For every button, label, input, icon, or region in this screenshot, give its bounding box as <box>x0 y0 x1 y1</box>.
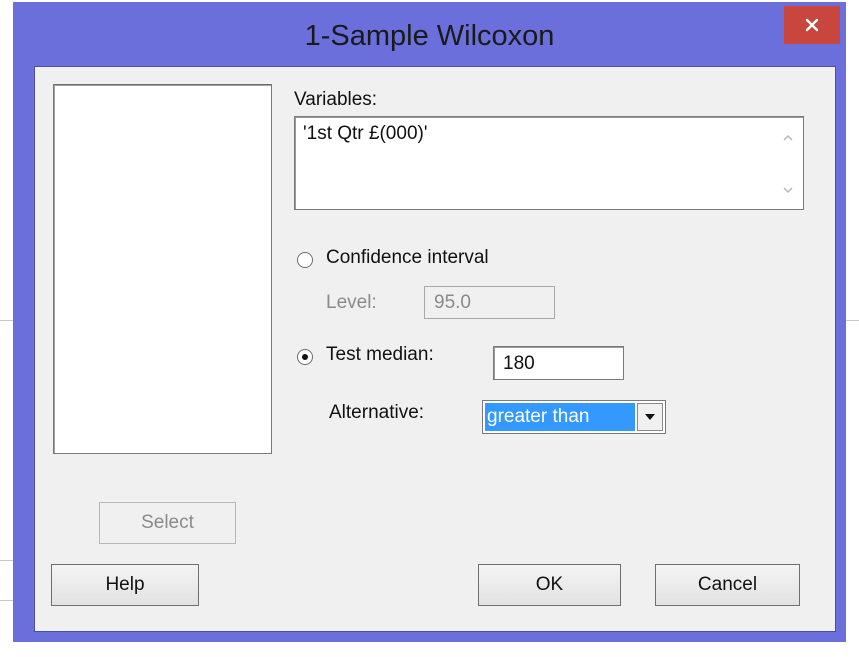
alternative-select[interactable]: greater than <box>482 400 666 434</box>
test-median-label: Test median: <box>326 344 434 365</box>
chevron-down-icon <box>645 414 655 420</box>
confidence-interval-radio[interactable] <box>297 252 313 268</box>
dialog-title: 1-Sample Wilcoxon <box>304 20 555 52</box>
title-bar[interactable]: 1-Sample Wilcoxon <box>13 2 846 66</box>
alternative-value: greater than <box>487 406 590 427</box>
variables-label: Variables: <box>294 89 378 110</box>
ok-button-label: OK <box>535 574 564 595</box>
dialog-body: Variables: '1st Qtr £(000)' Confidence i… <box>34 66 836 632</box>
cancel-button[interactable]: Cancel <box>655 564 800 606</box>
background-gridline <box>0 600 13 601</box>
level-value: 95.0 <box>434 292 471 313</box>
background-gridline <box>846 320 859 321</box>
close-icon <box>805 18 819 32</box>
cancel-button-label: Cancel <box>697 574 758 595</box>
alternative-label: Alternative: <box>329 402 425 423</box>
scroll-down-icon[interactable] <box>781 183 795 197</box>
level-label: Level: <box>326 292 377 313</box>
ok-button[interactable]: OK <box>478 564 621 606</box>
level-input[interactable]: 95.0 <box>424 286 555 319</box>
select-button[interactable]: Select <box>99 502 236 544</box>
variable-list[interactable] <box>53 84 272 454</box>
test-median-input[interactable]: 180 <box>493 346 624 380</box>
scroll-up-icon[interactable] <box>781 131 795 145</box>
test-median-value: 180 <box>503 353 535 374</box>
background-gridline <box>0 560 13 561</box>
confidence-interval-label: Confidence interval <box>326 247 489 268</box>
variables-input[interactable]: '1st Qtr £(000)' <box>294 116 804 210</box>
variables-value: '1st Qtr £(000)' <box>303 123 428 144</box>
close-button[interactable] <box>784 6 840 44</box>
help-button-label: Help <box>105 574 145 595</box>
test-median-radio[interactable] <box>297 349 313 365</box>
dropdown-button[interactable] <box>637 403 663 431</box>
dialog-window: 1-Sample Wilcoxon Variables: '1st Qtr £(… <box>13 2 846 642</box>
select-button-label: Select <box>141 512 194 533</box>
background-gridline <box>0 320 13 321</box>
help-button[interactable]: Help <box>51 564 199 606</box>
radio-selected-dot <box>302 354 308 360</box>
alternative-selected: greater than <box>485 403 635 431</box>
